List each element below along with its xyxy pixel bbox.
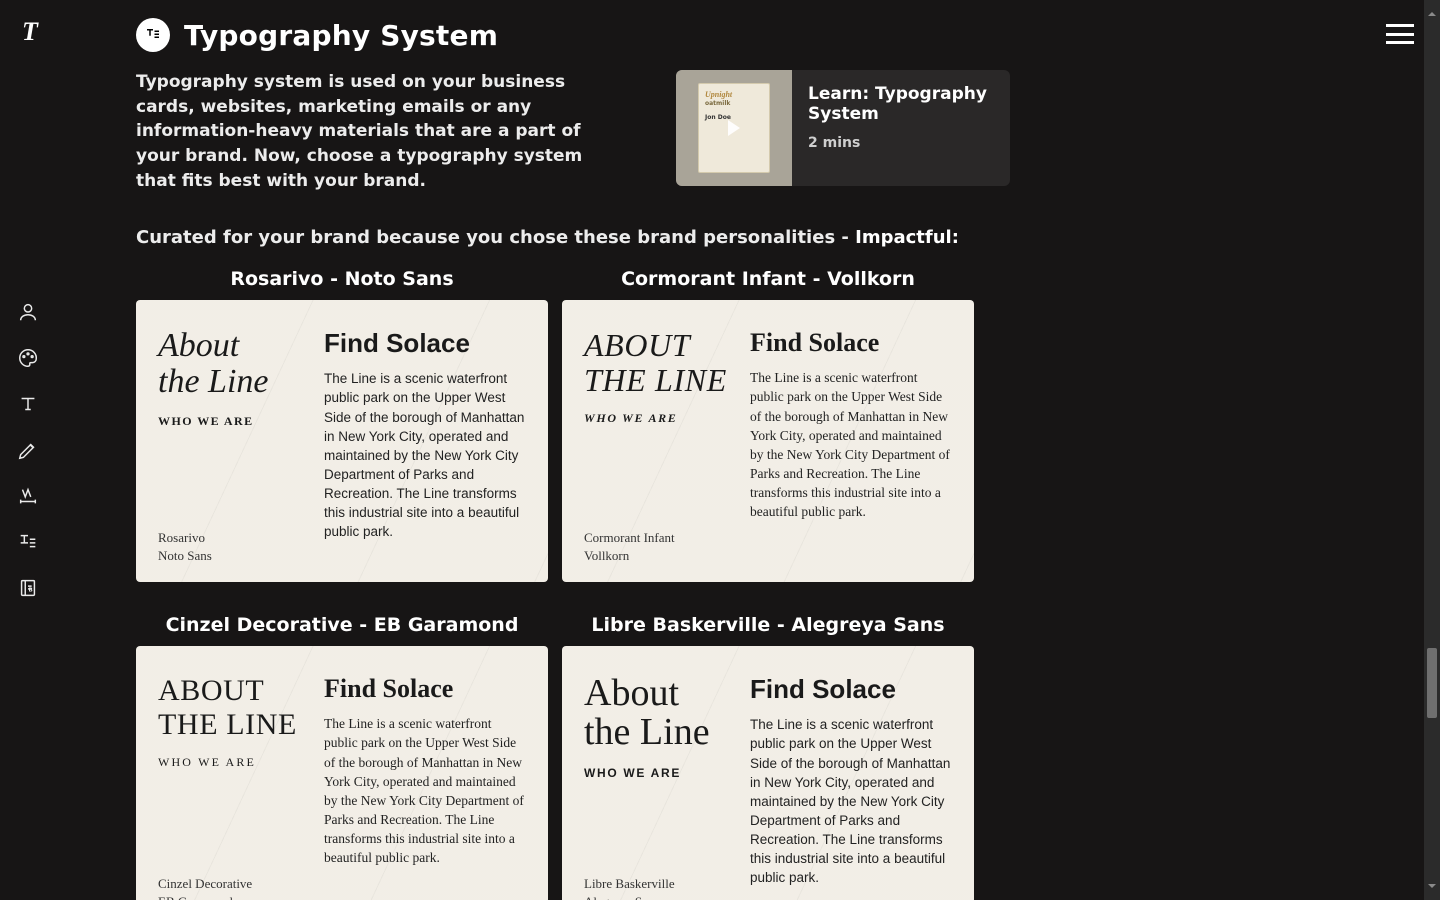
intro-text: Typography system is used on your busine… <box>136 70 616 193</box>
typography-option: Cormorant Infant - Vollkorn ABOUTTHE LINE… <box>562 262 974 582</box>
card-font-names: Cinzel DecorativeEB Garamond <box>158 875 306 900</box>
scroll-down-icon[interactable] <box>1427 886 1437 896</box>
type-system-icon[interactable] <box>16 530 40 554</box>
card-sample-heading: ABOUTTHE LINE <box>584 328 732 397</box>
card-sample-body: The Line is a scenic waterfront public p… <box>324 714 526 867</box>
card-left: Aboutthe Line WHO WE ARE RosarivoNoto Sans <box>158 328 306 564</box>
typography-card[interactable]: ABOUTTHE LINE WHO WE ARE Cormorant InfantV… <box>562 300 974 582</box>
scroll-thumb[interactable] <box>1427 648 1437 718</box>
card-sample-heading: Aboutthe Line <box>158 328 306 399</box>
card-left: ABOUTTHE LINE WHO WE ARE Cinzel Decorative… <box>158 674 306 900</box>
typography-card[interactable]: Aboutthe Line WHO WE ARE Libre Baskerville… <box>562 646 974 900</box>
intro-row: Typography system is used on your busine… <box>136 70 1380 193</box>
typography-option-title: Rosarivo - Noto Sans <box>230 268 453 290</box>
app-logo[interactable]: T <box>16 18 44 46</box>
card-right: Find Solace The Line is a scenic waterfro… <box>750 674 952 900</box>
typography-card[interactable]: Aboutthe Line WHO WE ARE RosarivoNoto Sans… <box>136 300 548 582</box>
card-sample-subhead: WHO WE ARE <box>584 766 732 780</box>
learn-card-duration: 2 mins <box>808 135 994 151</box>
card-sample-title: Find Solace <box>750 328 952 358</box>
thumb-name: Jon Doe <box>705 114 731 121</box>
brandbook-icon[interactable]: B <box>16 576 40 600</box>
learn-card-title: Learn: Typography System <box>808 84 994 125</box>
card-left: ABOUTTHE LINE WHO WE ARE Cormorant InfantV… <box>584 328 732 564</box>
card-sample-body: The Line is a scenic waterfront public p… <box>750 715 952 887</box>
card-sample-body: The Line is a scenic waterfront public p… <box>324 369 526 541</box>
learn-card[interactable]: Upnight oatmilk Jon Doe Learn: Typograph… <box>676 70 1010 186</box>
card-sample-subhead: WHO WE ARE <box>158 755 306 770</box>
palette-icon[interactable] <box>16 346 40 370</box>
card-right: Find Solace The Line is a scenic waterfro… <box>750 328 952 564</box>
thumb-brand: Upnight <box>705 90 763 100</box>
typography-option-title: Cinzel Decorative - EB Garamond <box>166 614 519 636</box>
main-content: Typography System Typography system is u… <box>136 18 1380 900</box>
card-sample-title: Find Solace <box>750 674 952 705</box>
pen-icon[interactable] <box>16 438 40 462</box>
card-font-names: RosarivoNoto Sans <box>158 529 306 564</box>
curated-tags: Impactful: <box>855 227 959 248</box>
card-sample-title: Find Solace <box>324 674 526 704</box>
curated-prefix: Curated for your brand because you chose… <box>136 227 855 248</box>
scroll-up-icon[interactable] <box>1427 4 1437 14</box>
persona-icon[interactable] <box>16 300 40 324</box>
page-title: Typography System <box>184 19 498 52</box>
card-right: Find Solace The Line is a scenic waterfro… <box>324 328 526 564</box>
spacing-icon[interactable] <box>16 484 40 508</box>
learn-card-thumbnail: Upnight oatmilk Jon Doe <box>676 70 792 186</box>
learn-card-meta: Learn: Typography System 2 mins <box>792 70 1010 186</box>
menu-button[interactable] <box>1386 24 1414 44</box>
typography-grid: Rosarivo - Noto Sans Aboutthe Line WHO WE … <box>136 262 1380 900</box>
sidebar-rail: B <box>0 300 56 600</box>
card-sample-title: Find Solace <box>324 328 526 359</box>
page-title-row: Typography System <box>136 18 1380 52</box>
card-sample-heading: Aboutthe Line <box>584 674 732 752</box>
card-font-names: Libre BaskervilleAlegreya Sans <box>584 875 732 900</box>
vertical-scrollbar[interactable] <box>1424 0 1440 900</box>
card-sample-body: The Line is a scenic waterfront public p… <box>750 368 952 521</box>
typography-option: Rosarivo - Noto Sans Aboutthe Line WHO WE … <box>136 262 548 582</box>
typography-option: Cinzel Decorative - EB Garamond ABOUTTHE … <box>136 608 548 900</box>
card-sample-subhead: WHO WE ARE <box>158 414 306 429</box>
play-icon <box>728 120 740 136</box>
card-sample-heading: ABOUTTHE LINE <box>158 674 306 741</box>
title-badge-icon <box>136 18 170 52</box>
card-font-names: Cormorant InfantVollkorn <box>584 529 732 564</box>
curated-line: Curated for your brand because you chose… <box>136 227 1380 248</box>
typography-option-title: Libre Baskerville - Alegreya Sans <box>591 614 944 636</box>
card-left: Aboutthe Line WHO WE ARE Libre Baskerville… <box>584 674 732 900</box>
svg-text:B: B <box>28 588 32 594</box>
typography-card[interactable]: ABOUTTHE LINE WHO WE ARE Cinzel Decorative… <box>136 646 548 900</box>
type-icon[interactable] <box>16 392 40 416</box>
typography-option: Libre Baskerville - Alegreya Sans Aboutth… <box>562 608 974 900</box>
typography-option-title: Cormorant Infant - Vollkorn <box>621 268 915 290</box>
card-right: Find Solace The Line is a scenic waterfro… <box>324 674 526 900</box>
thumb-sub: oatmilk <box>705 100 730 107</box>
card-sample-subhead: WHO WE ARE <box>584 411 732 426</box>
